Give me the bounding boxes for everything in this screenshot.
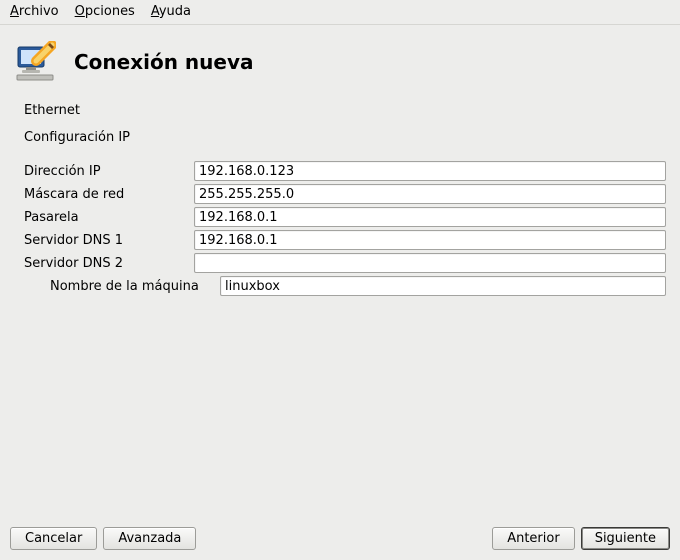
label-dns2: Servidor DNS 2 bbox=[24, 254, 194, 273]
input-gateway[interactable] bbox=[194, 207, 666, 227]
cancel-button[interactable]: Cancelar bbox=[10, 527, 97, 550]
input-dns1[interactable] bbox=[194, 230, 666, 250]
label-gateway: Pasarela bbox=[24, 208, 194, 227]
ip-form: Dirección IP Máscara de red Pasarela Ser… bbox=[24, 161, 666, 296]
menu-options[interactable]: Opciones bbox=[75, 4, 135, 19]
label-hostname: Nombre de la máquina bbox=[24, 277, 220, 296]
header: Conexión nueva bbox=[0, 25, 680, 103]
menu-file[interactable]: Archivo bbox=[10, 4, 59, 19]
section-ipconfig: Configuración IP bbox=[24, 130, 666, 145]
label-ip: Dirección IP bbox=[24, 162, 194, 181]
content: Ethernet Configuración IP Dirección IP M… bbox=[0, 103, 680, 296]
label-dns1: Servidor DNS 1 bbox=[24, 231, 194, 250]
menu-help[interactable]: Ayuda bbox=[151, 4, 191, 19]
next-button[interactable]: Siguiente bbox=[581, 527, 670, 550]
input-dns2[interactable] bbox=[194, 253, 666, 273]
section-ethernet: Ethernet bbox=[24, 103, 666, 118]
advanced-button[interactable]: Avanzada bbox=[103, 527, 196, 550]
label-netmask: Máscara de red bbox=[24, 185, 194, 204]
menubar: Archivo Opciones Ayuda bbox=[0, 0, 680, 25]
button-bar: Cancelar Avanzada Anterior Siguiente bbox=[0, 517, 680, 560]
page-title: Conexión nueva bbox=[74, 50, 254, 74]
input-netmask[interactable] bbox=[194, 184, 666, 204]
back-button[interactable]: Anterior bbox=[492, 527, 574, 550]
input-hostname[interactable] bbox=[220, 276, 666, 296]
network-connection-icon bbox=[14, 41, 56, 83]
input-ip[interactable] bbox=[194, 161, 666, 181]
